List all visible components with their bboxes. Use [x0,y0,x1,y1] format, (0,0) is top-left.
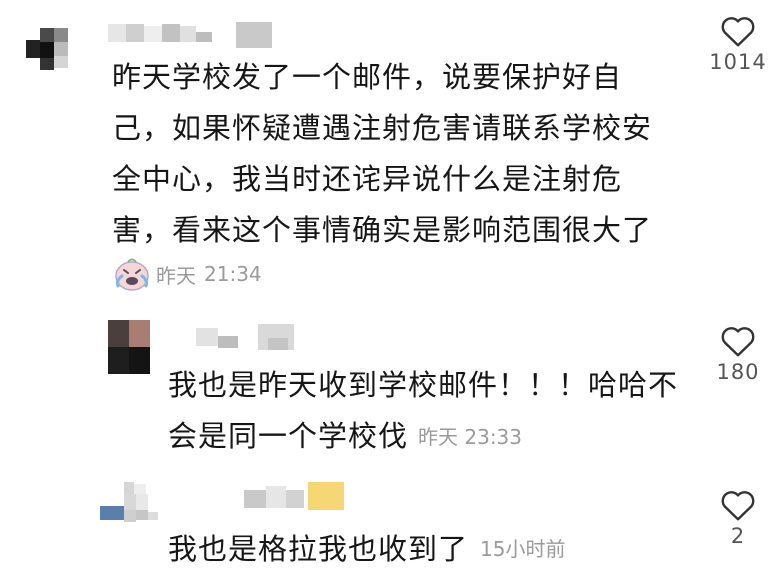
username-pixelated[interactable] [196,322,306,352]
reply-item: 我也是昨天收到学校邮件！！！哈哈不 会是同一个学校伐 昨天 23:33 180 [0,300,782,460]
like-count: 2 [730,524,746,548]
reply-time: 昨天 23:33 [418,425,523,449]
like-count: 1014 [709,50,767,74]
comment-time: 21:34 [204,262,262,286]
avatar[interactable] [108,320,150,374]
like-button[interactable]: 1014 [703,14,773,74]
comment-meta: 昨天 21:34 [112,256,262,292]
comment-text: 昨天学校发了一个邮件，说要保护好自 己，如果怀疑遭遇注射危害请联系学校安 全中心… [112,60,653,247]
reply-text: 我也是昨天收到学校邮件！！！哈哈不 会是同一个学校伐 昨天 23:33 [168,368,679,453]
heart-outline-icon [721,491,755,521]
like-count: 180 [716,360,760,384]
reply-item: 我也是格拉我也收到了 15小时前 2 [0,460,782,586]
like-button[interactable]: 180 [703,324,773,384]
heart-outline-icon [721,17,755,47]
reply-text: 我也是格拉我也收到了 15小时前 [168,524,688,575]
heart-outline-icon [721,327,755,357]
username-pixelated[interactable] [106,20,286,50]
avatar[interactable] [22,14,80,72]
comment-time-label: 昨天 [156,263,196,288]
avatar[interactable] [100,482,160,526]
like-button[interactable]: 2 [703,488,773,548]
reply-time: 15小时前 [480,537,566,561]
crying-laughing-emoji-icon [115,258,149,291]
username-pixelated[interactable] [244,482,354,512]
comment-item: 昨天学校发了一个邮件，说要保护好自 己，如果怀疑遭遇注射危害请联系学校安 全中心… [0,0,782,300]
